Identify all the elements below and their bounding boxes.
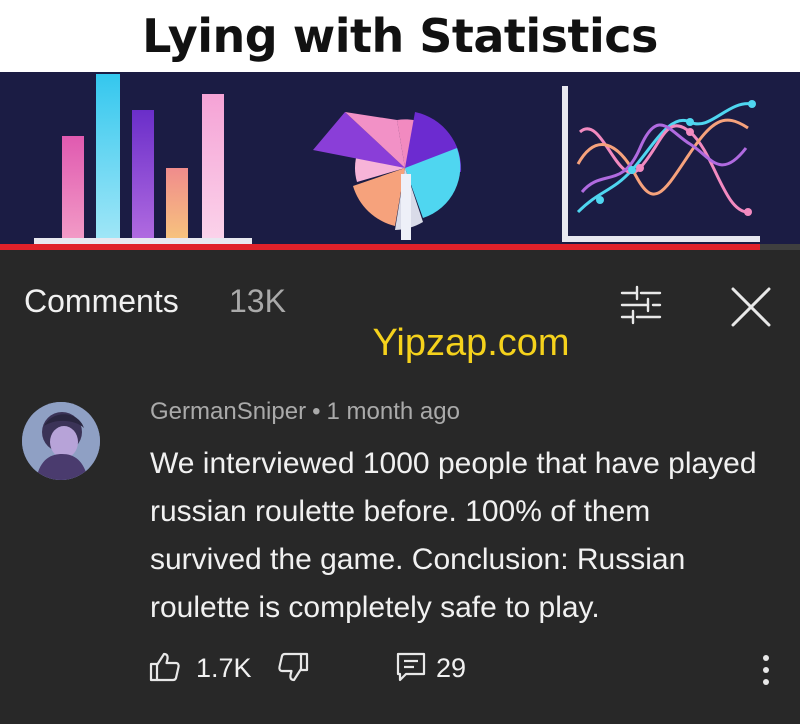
illustration-bar <box>62 136 84 238</box>
comment-author[interactable]: GermanSniper <box>150 398 306 425</box>
reply-button[interactable] <box>394 650 428 684</box>
comment-text: We interviewed 1000 people that have pla… <box>150 447 757 624</box>
illustration-bar <box>166 168 188 238</box>
dislike-button[interactable] <box>276 650 310 684</box>
thumbs-up-icon <box>149 652 180 682</box>
avatar[interactable] <box>22 402 100 480</box>
thumbnail-title: Lying with Statistics <box>142 9 658 63</box>
bar-chart-illustration <box>34 74 252 244</box>
video-thumbnail[interactable]: Lying with Statistics <box>0 0 800 250</box>
reply-count: 29 <box>436 653 467 683</box>
comment-time[interactable]: 1 month ago <box>326 398 459 425</box>
pie-chart-illustration <box>313 112 462 240</box>
illustration-bar <box>96 74 120 238</box>
thumbs-down-icon <box>278 652 309 682</box>
like-count: 1.7K <box>196 653 252 683</box>
watermark: Yipzap.com <box>372 322 570 364</box>
more-options-button[interactable] <box>752 650 780 690</box>
thumbnail-illustration <box>34 74 760 244</box>
like-button[interactable] <box>148 650 182 684</box>
comments-title: Comments <box>24 283 179 319</box>
reply-icon <box>396 652 426 682</box>
illustration-bar <box>132 110 154 238</box>
comments-count: 13K <box>229 283 286 319</box>
comment-meta: GermanSniper • 1 month ago <box>150 398 460 426</box>
more-vert-icon <box>763 655 769 685</box>
meta-separator: • <box>312 398 321 425</box>
avatar-image <box>22 402 100 480</box>
illustration-bar <box>202 94 224 238</box>
line-chart-illustration <box>562 86 760 242</box>
